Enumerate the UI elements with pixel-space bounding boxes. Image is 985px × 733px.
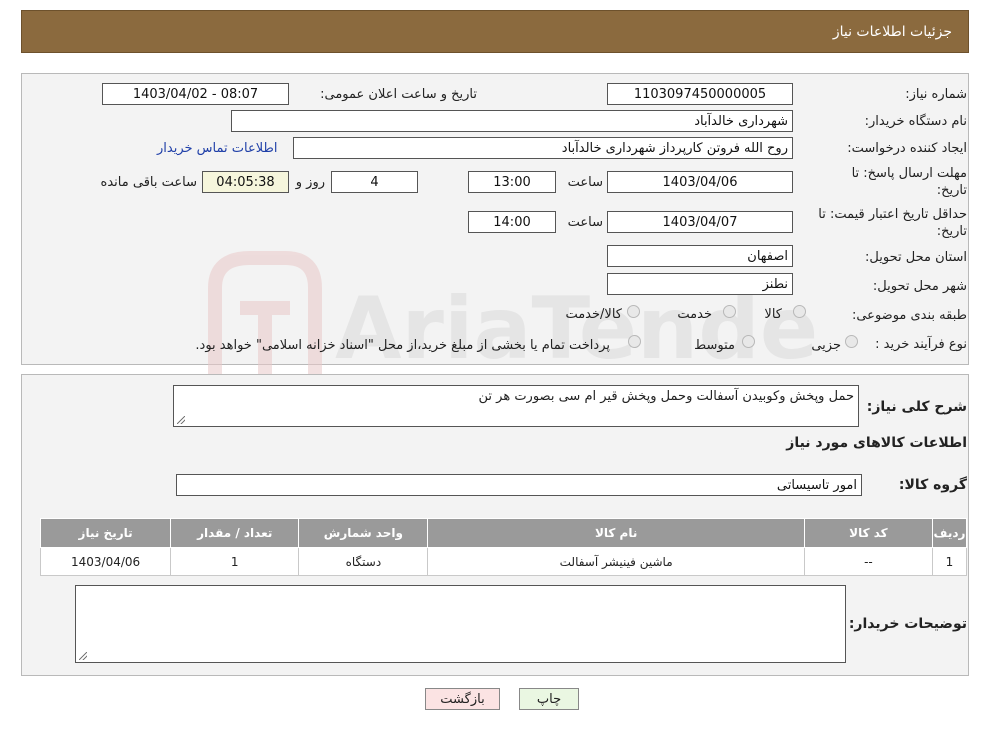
delivery-province-field: اصفهان: [607, 245, 793, 267]
process-minor-radio[interactable]: [845, 335, 858, 348]
buyer-contact-link[interactable]: اطلاعات تماس خریدار: [157, 141, 277, 156]
description-textarea: حمل وپخش وکوبیدن آسفالت وحمل وپخش قیر ام…: [173, 385, 859, 427]
process-medium-label: متوسط: [694, 338, 735, 353]
days-label: روز و: [295, 175, 325, 190]
resize-handle-icon[interactable]: [79, 652, 87, 660]
request-creator-field: روح الله فروتن کارپرداز شهرداری خالدآباد: [293, 137, 793, 159]
deadline-time-field: 13:00: [468, 171, 556, 193]
category-goods-label: کالا: [764, 307, 782, 322]
cell-unit: دستگاه: [298, 547, 429, 576]
category-goods-service-label: کالا/خدمت: [565, 307, 622, 322]
deadline-label-line1: مهلت ارسال پاسخ: تا: [851, 166, 967, 181]
remaining-time-field: 04:05:38: [202, 171, 289, 193]
delivery-province-label: استان محل تحویل:: [865, 250, 967, 265]
category-service-label: خدمت: [677, 307, 712, 322]
table-row: 1 -- ماشین فینیشر آسفالت دستگاه 1 1403/0…: [39, 547, 968, 576]
deadline-date-field: 1403/04/06: [607, 171, 793, 193]
buyer-notes-textarea: [75, 585, 846, 663]
category-goods-radio[interactable]: [793, 305, 806, 318]
purchase-process-label: نوع فرآیند خرید :: [875, 337, 967, 352]
announce-datetime-field: 1403/04/02 - 08:07: [102, 83, 289, 105]
cell-row-number: 1: [931, 547, 968, 576]
process-minor-label: جزیی: [811, 338, 841, 353]
buyer-org-field: شهرداری خالدآباد: [231, 110, 793, 132]
cell-date: 1403/04/06: [39, 547, 172, 576]
page-header: جزئیات اطلاعات نیاز: [21, 10, 969, 53]
treasury-note: پرداخت تمام یا بخشی از مبلغ خرید،از محل …: [195, 338, 610, 353]
buyer-notes-label: توضیحات خریدار:: [848, 616, 967, 632]
col-name-header: نام کالا: [427, 518, 805, 548]
price-validity-label-line1: حداقل تاریخ اعتبار قیمت: تا: [818, 207, 967, 222]
col-qty-header: تعداد / مقدار: [170, 518, 300, 548]
goods-group-label: گروه کالا:: [898, 477, 967, 493]
cell-qty: 1: [170, 547, 300, 576]
goods-table-header-row: ردیف کد کالا نام کالا واحد شمارش تعداد /…: [39, 518, 968, 548]
goods-info-heading: اطلاعات کالاهای مورد نیاز: [786, 435, 967, 451]
deadline-time-label: ساعت: [567, 175, 603, 190]
description-label: شرح کلی نیاز:: [866, 399, 967, 415]
announce-datetime-label: تاریخ و ساعت اعلان عمومی:: [320, 87, 477, 102]
goods-group-field: امور تاسیساتی: [176, 474, 862, 496]
col-date-header: تاریخ نیاز: [39, 518, 172, 548]
col-unit-header: واحد شمارش: [298, 518, 429, 548]
request-creator-label: ایجاد کننده درخواست:: [847, 141, 967, 156]
back-button[interactable]: بازگشت: [425, 688, 500, 710]
cell-code: --: [803, 547, 933, 576]
category-goods-service-radio[interactable]: [627, 305, 640, 318]
need-number-field: 1103097450000005: [607, 83, 793, 105]
remaining-days-field: 4: [331, 171, 418, 193]
treasury-option-radio[interactable]: [628, 335, 641, 348]
col-row-header: ردیف: [931, 518, 968, 548]
print-button[interactable]: چاپ: [519, 688, 579, 710]
category-service-radio[interactable]: [723, 305, 736, 318]
col-code-header: کد کالا: [803, 518, 933, 548]
resize-handle-icon[interactable]: [177, 416, 185, 424]
page-title: جزئیات اطلاعات نیاز: [832, 23, 952, 40]
buyer-org-label: نام دستگاه خریدار:: [864, 114, 967, 129]
cell-name: ماشین فینیشر آسفالت: [427, 547, 805, 576]
category-label: طبقه بندی موضوعی:: [851, 308, 967, 323]
price-validity-time-label: ساعت: [567, 215, 603, 230]
delivery-city-field: نطنز: [607, 273, 793, 295]
description-text: حمل وپخش وکوبیدن آسفالت وحمل وپخش قیر ام…: [478, 389, 854, 404]
price-validity-date-field: 1403/04/07: [607, 211, 793, 233]
deadline-label-line2: تاریخ:: [936, 183, 967, 198]
delivery-city-label: شهر محل تحویل:: [872, 279, 967, 294]
goods-table: ردیف کد کالا نام کالا واحد شمارش تعداد /…: [39, 518, 968, 576]
process-medium-radio[interactable]: [742, 335, 755, 348]
need-number-label: شماره نیاز:: [905, 87, 967, 102]
price-validity-time-field: 14:00: [468, 211, 556, 233]
price-validity-label-line2: تاریخ:: [936, 224, 967, 239]
remaining-time-label: ساعت باقی مانده: [100, 175, 197, 190]
